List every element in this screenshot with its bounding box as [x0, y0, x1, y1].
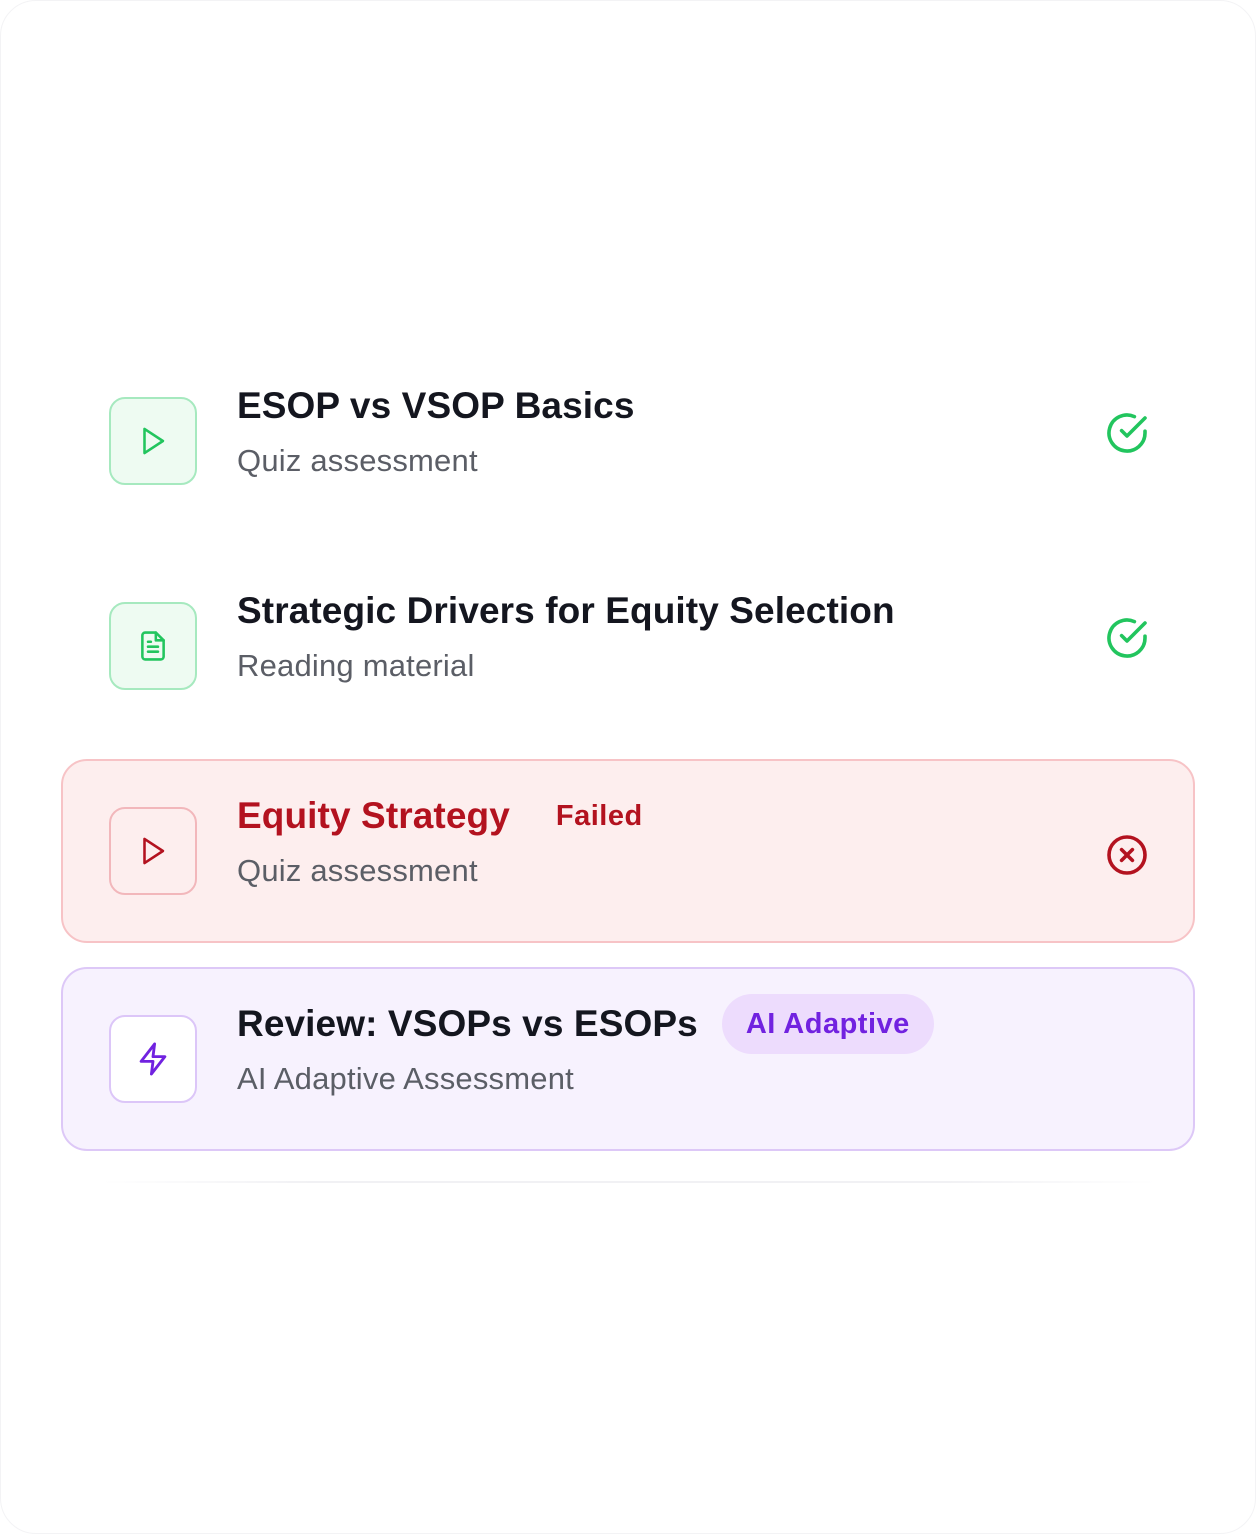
lesson-type: Reading material [237, 648, 475, 683]
document-icon-container [109, 602, 197, 690]
lesson-title: Strategic Drivers for Equity Selection [237, 590, 895, 631]
play-icon-container [109, 397, 197, 485]
x-circle-icon [1107, 835, 1147, 875]
lesson-title-line: ESOP vs VSOP Basics [237, 381, 635, 431]
lightning-icon-container [109, 1015, 197, 1103]
lesson-title: Equity Strategy [237, 795, 510, 836]
list-divider [101, 1181, 1157, 1183]
lesson-title-line: Review: VSOPs vs ESOPs AI Adaptive [237, 994, 934, 1054]
check-circle-icon [1107, 618, 1147, 658]
lesson-type: Quiz assessment [237, 853, 478, 888]
lesson-item-equity-strategy[interactable]: Equity Strategy Failed Quiz assessment [61, 759, 1195, 943]
ai-adaptive-badge: AI Adaptive [721, 994, 934, 1054]
lesson-list-card: ESOP vs VSOP Basics Quiz assessment Stra… [0, 0, 1256, 1534]
play-icon-container [109, 807, 197, 895]
lesson-type: AI Adaptive Assessment [237, 1061, 574, 1096]
lesson-title-line: Strategic Drivers for Equity Selection [237, 586, 895, 636]
failed-badge: Failed [555, 799, 643, 832]
lightning-icon [139, 1042, 167, 1076]
check-circle-icon [1107, 413, 1147, 453]
document-icon [141, 631, 165, 661]
lesson-item-strategic-drivers[interactable]: Strategic Drivers for Equity Selection R… [61, 554, 1195, 738]
lesson-type: Quiz assessment [237, 443, 478, 478]
lesson-title: Review: VSOPs vs ESOPs [237, 1003, 698, 1044]
play-icon [143, 837, 165, 865]
play-icon [143, 427, 165, 455]
lesson-item-esop-vs-vsop-basics[interactable]: ESOP vs VSOP Basics Quiz assessment [61, 349, 1195, 533]
lesson-title-line: Equity Strategy Failed [237, 791, 643, 841]
lesson-title: ESOP vs VSOP Basics [237, 385, 635, 426]
lesson-item-review-vsops-vs-esops[interactable]: Review: VSOPs vs ESOPs AI Adaptive AI Ad… [61, 967, 1195, 1151]
